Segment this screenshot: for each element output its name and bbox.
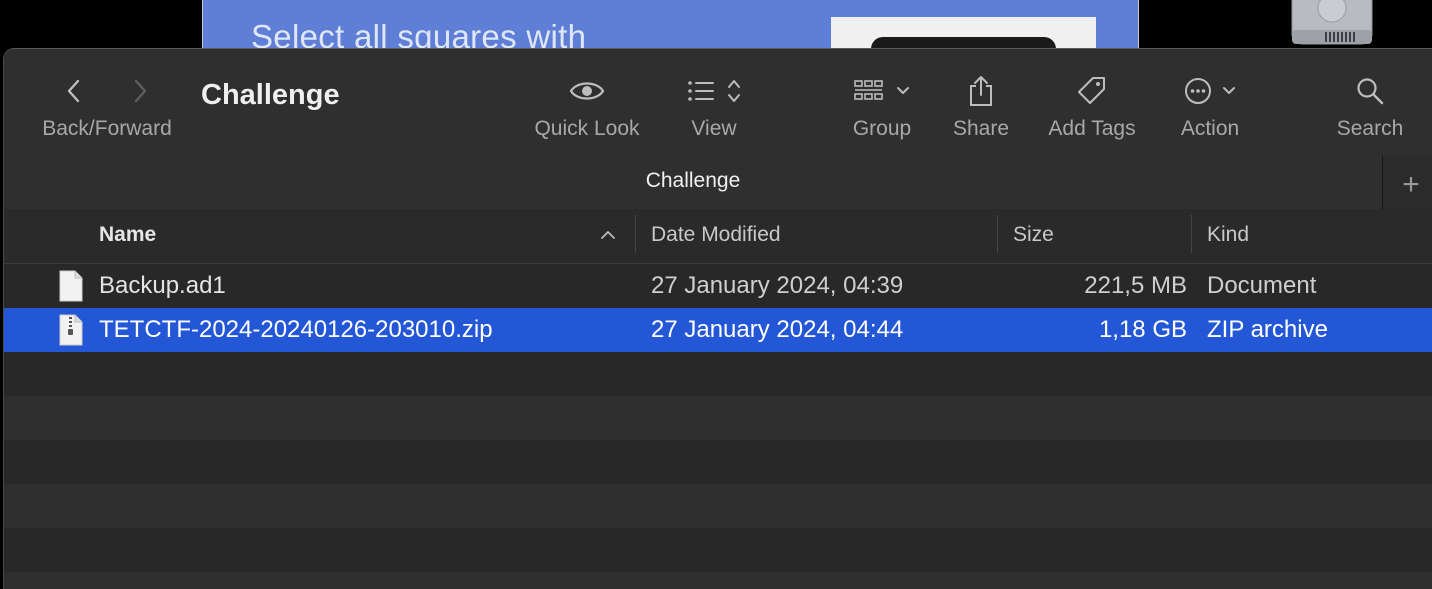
quick-look-label: Quick Look	[534, 117, 640, 140]
finder-window: Back/Forward Challenge Quick Look View G…	[3, 48, 1432, 589]
column-header-kind[interactable]: Kind	[1207, 223, 1249, 247]
column-header-size[interactable]: Size	[1013, 223, 1054, 247]
column-header-row: Name Date Modified Size Kind	[4, 209, 1432, 264]
sort-ascending-icon	[601, 231, 615, 239]
ellipsis-circle-icon	[1185, 78, 1211, 104]
column-separator[interactable]	[635, 215, 636, 253]
updown-chevron-icon	[728, 80, 740, 102]
file-name: Backup.ad1	[99, 272, 226, 299]
file-list: Backup.ad1 27 January 2024, 04:39 221,5 …	[4, 264, 1432, 589]
share-button[interactable]: Share	[946, 69, 1016, 141]
add-tags-label: Add Tags	[1048, 117, 1136, 140]
file-name: TETCTF-2024-20240126-203010.zip	[99, 316, 493, 343]
back-forward-label: Back/Forward	[42, 117, 172, 140]
tab-challenge[interactable]: Challenge	[4, 169, 1382, 193]
file-kind: Document	[1207, 272, 1317, 299]
empty-row	[4, 396, 1432, 440]
action-label: Action	[1180, 117, 1240, 140]
eye-icon	[569, 82, 605, 100]
search-button[interactable]: Search	[1330, 69, 1410, 141]
column-separator[interactable]	[1191, 215, 1192, 253]
group-label: Group	[852, 117, 912, 140]
search-icon	[1357, 78, 1384, 105]
view-button[interactable]: View	[674, 69, 754, 141]
action-button[interactable]: Action	[1170, 69, 1250, 141]
new-tab-button[interactable]: +	[1382, 156, 1432, 214]
window-title: Challenge	[201, 79, 340, 111]
chevron-down-icon	[1223, 87, 1235, 94]
group-grid-icon	[854, 80, 883, 100]
file-row-selected[interactable]: TETCTF-2024-20240126-203010.zip 27 Janua…	[4, 308, 1432, 352]
search-label: Search	[1336, 117, 1404, 140]
view-label: View	[691, 117, 737, 140]
file-date-modified: 27 January 2024, 04:39	[651, 272, 904, 299]
group-button[interactable]: Group	[842, 69, 922, 141]
column-header-date-modified[interactable]: Date Modified	[651, 223, 781, 247]
file-row[interactable]: Backup.ad1 27 January 2024, 04:39 221,5 …	[4, 264, 1432, 308]
tag-icon	[1078, 77, 1105, 104]
file-size: 221,5 MB	[1084, 272, 1187, 299]
document-icon	[58, 270, 84, 309]
file-date-modified: 27 January 2024, 04:44	[651, 316, 904, 343]
add-tags-button[interactable]: Add Tags	[1040, 69, 1144, 141]
file-size: 1,18 GB	[1098, 316, 1187, 343]
back-button[interactable]	[62, 77, 86, 105]
share-label: Share	[952, 117, 1010, 140]
empty-row	[4, 528, 1432, 572]
hard-disk-icon[interactable]	[1290, 0, 1374, 46]
quick-look-button[interactable]: Quick Look	[526, 69, 648, 141]
chevron-down-icon	[897, 87, 909, 94]
back-forward-control: Back/Forward	[32, 69, 182, 141]
zip-file-icon	[58, 314, 84, 353]
toolbar: Back/Forward Challenge Quick Look View G…	[4, 49, 1432, 161]
column-header-name[interactable]: Name	[99, 223, 156, 247]
column-separator[interactable]	[997, 215, 998, 253]
empty-row	[4, 352, 1432, 396]
file-kind: ZIP archive	[1207, 316, 1328, 343]
share-icon	[970, 76, 992, 106]
empty-row	[4, 484, 1432, 528]
list-view-icon	[688, 81, 714, 101]
empty-row	[4, 440, 1432, 484]
empty-row	[4, 572, 1432, 589]
forward-button[interactable]	[128, 77, 152, 105]
tab-bar: Challenge +	[4, 156, 1432, 214]
